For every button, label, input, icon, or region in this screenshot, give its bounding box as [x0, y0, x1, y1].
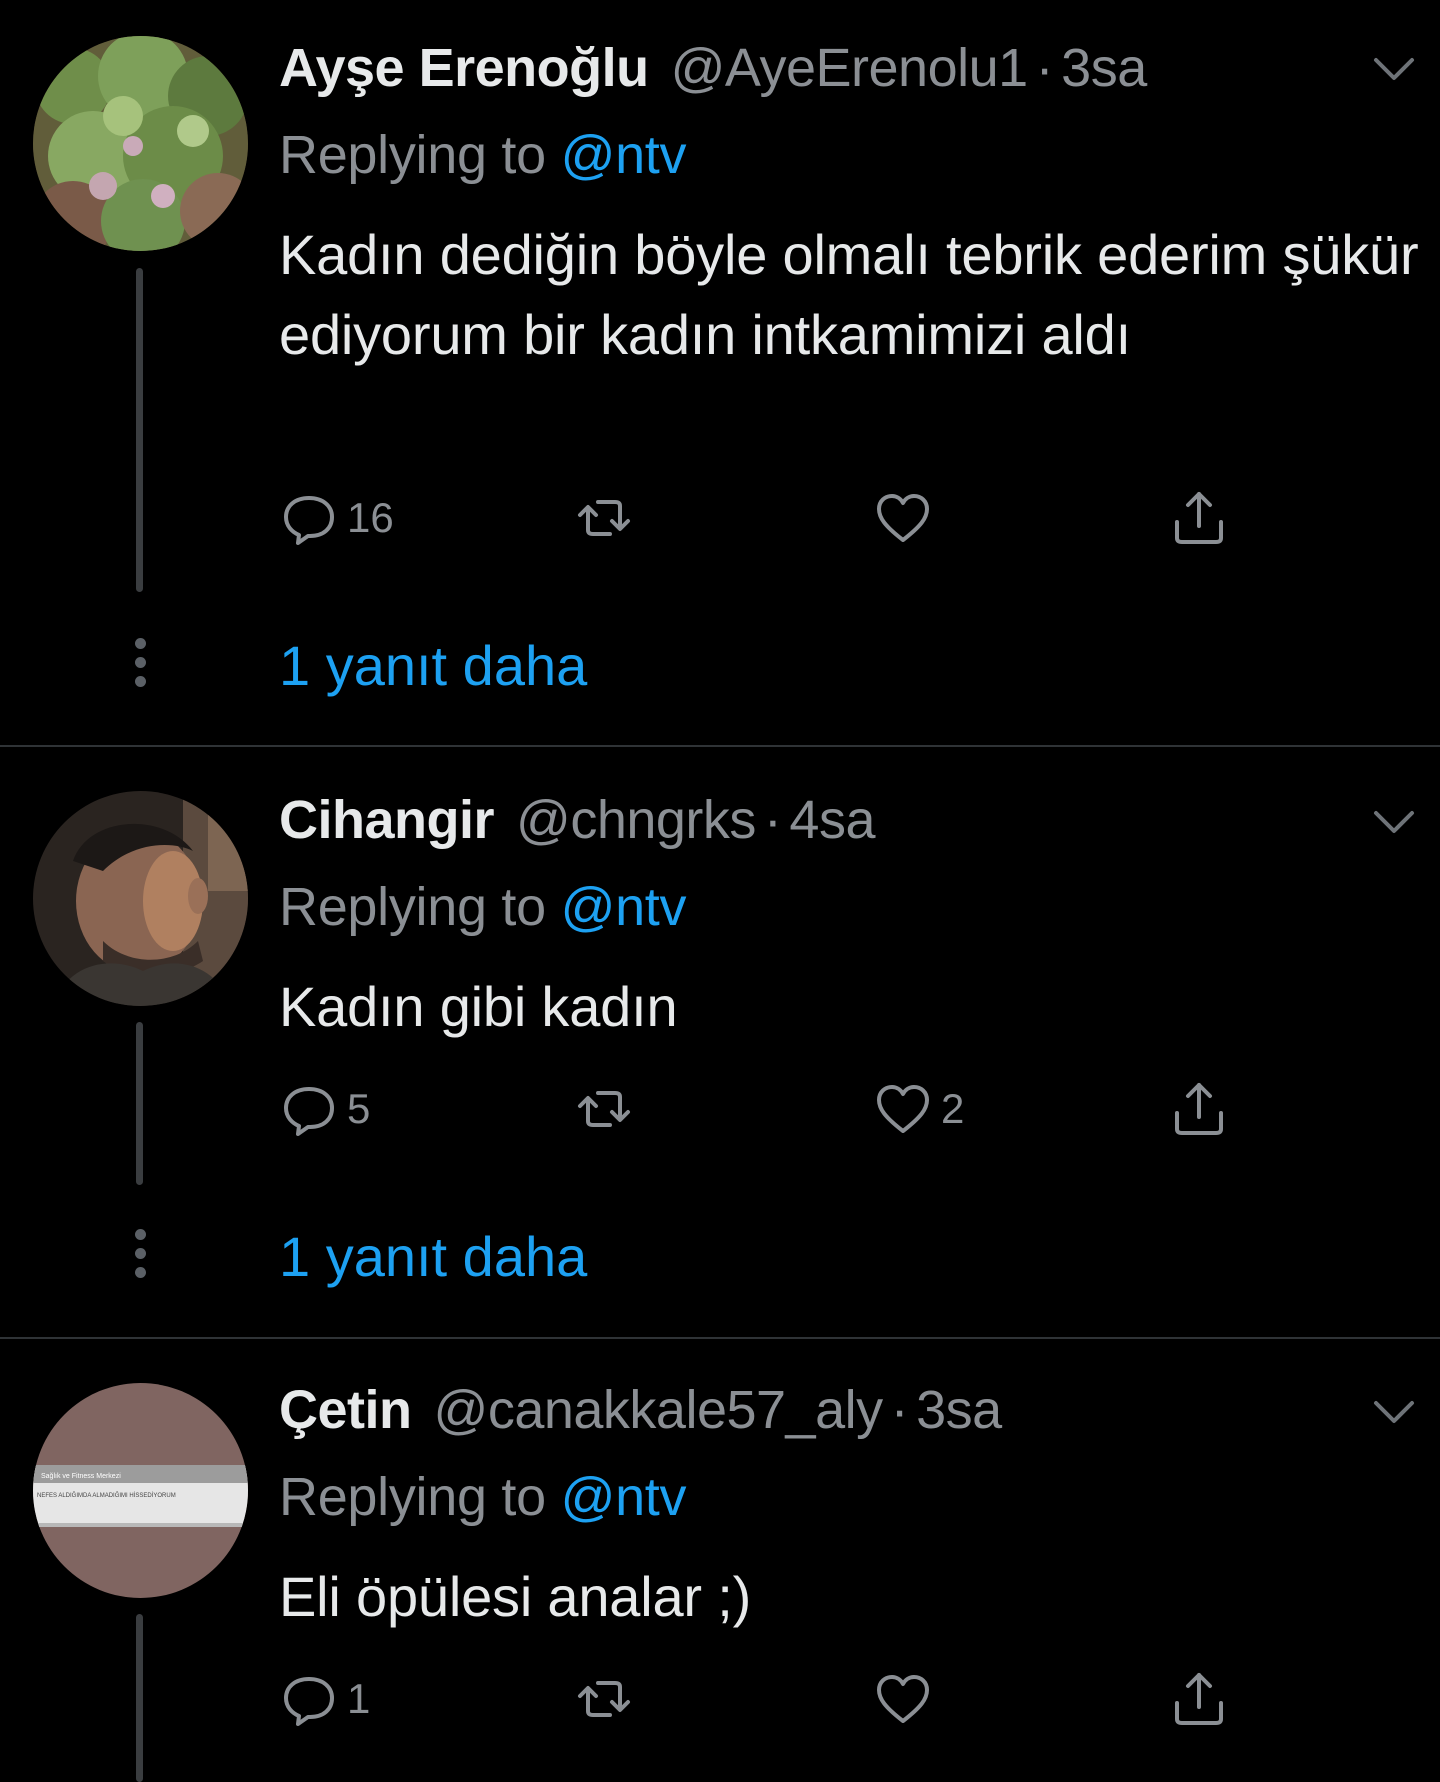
tweet-header: Cihangir @chngrks · 4sa: [279, 785, 875, 855]
replying-to: Replying to @ntv: [279, 1466, 687, 1528]
timestamp[interactable]: 4sa: [789, 789, 875, 851]
timestamp[interactable]: 3sa: [1061, 37, 1147, 99]
thread-line: [136, 1614, 143, 1782]
replying-prefix: Replying to: [279, 1467, 546, 1527]
reply-feed: Ayşe Erenoğlu @AyeErenolu1 · 3sa Replyin…: [0, 0, 1440, 1782]
thread-more-icon: [133, 638, 147, 694]
tweet-header: Ayşe Erenoğlu @AyeErenolu1 · 3sa: [279, 33, 1147, 103]
more-replies-link[interactable]: 1 yanıt daha: [279, 1217, 587, 1297]
tweet-text: Kadın dediğin böyle olmalı tebrik ederim…: [279, 223, 1419, 366]
show-more-replies[interactable]: 1 yanıt daha: [0, 1217, 1440, 1297]
separator-dot: ·: [1035, 38, 1054, 98]
share-icon: [1175, 492, 1223, 544]
thread-more-icon: [133, 1229, 147, 1285]
sign-text: NEFES ALDIĞIMDA ALMADIĞIMI HİSSEDİYORUM: [37, 1492, 176, 1499]
replying-to: Replying to @ntv: [279, 124, 687, 186]
share-button[interactable]: [1169, 1077, 1229, 1141]
like-button[interactable]: 2: [873, 1077, 964, 1141]
more-replies-link[interactable]: 1 yanıt daha: [279, 626, 587, 706]
like-icon: [877, 1085, 929, 1133]
retweet-icon: [578, 1091, 630, 1127]
reply-button[interactable]: 5: [279, 1077, 370, 1141]
replying-mention[interactable]: @ntv: [561, 125, 687, 185]
replying-prefix: Replying to: [279, 125, 546, 185]
reply-icon: [284, 1087, 334, 1136]
separator-dot: ·: [763, 790, 782, 850]
reply-button[interactable]: 1: [279, 1667, 370, 1731]
show-more-replies[interactable]: 1 yanıt daha: [0, 626, 1440, 706]
action-bar: 16: [279, 486, 1279, 550]
user-handle[interactable]: @chngrks: [516, 789, 756, 851]
share-button[interactable]: [1169, 486, 1229, 550]
like-icon: [877, 1675, 929, 1723]
chevron-down-icon[interactable]: [1372, 1397, 1416, 1427]
action-bar: 5 2: [279, 1077, 1279, 1141]
display-name[interactable]: Ayşe Erenoğlu: [279, 37, 649, 99]
display-name[interactable]: Cihangir: [279, 789, 495, 851]
reply-icon: [284, 496, 334, 545]
separator-dot: ·: [890, 1380, 909, 1440]
chevron-down-icon[interactable]: [1372, 54, 1416, 84]
retweet-icon: [578, 1681, 630, 1717]
share-icon: [1175, 1083, 1223, 1135]
like-button[interactable]: [873, 1667, 941, 1731]
replying-prefix: Replying to: [279, 877, 546, 937]
thread-line: [136, 1022, 143, 1185]
retweet-icon: [578, 500, 630, 536]
tweet[interactable]: Ayşe Erenoğlu @AyeErenolu1 · 3sa Replyin…: [0, 0, 1440, 745]
action-bar: 1: [279, 1667, 1279, 1731]
user-handle[interactable]: @AyeErenolu1: [671, 37, 1029, 99]
like-icon: [877, 494, 929, 542]
reply-count: 16: [347, 494, 394, 541]
sign-title: Sağlık ve Fitness Merkezi: [41, 1473, 121, 1480]
reply-icon: [284, 1677, 334, 1726]
thread-line: [136, 268, 143, 592]
like-button[interactable]: [873, 486, 941, 550]
tweet[interactable]: Sağlık ve Fitness Merkezi NEFES ALDIĞIMD…: [0, 1339, 1440, 1782]
share-button[interactable]: [1169, 1667, 1229, 1731]
share-icon: [1175, 1673, 1223, 1725]
replying-mention[interactable]: @ntv: [561, 877, 687, 937]
tweet-text: Kadın gibi kadın: [279, 975, 678, 1038]
replying-to: Replying to @ntv: [279, 876, 687, 938]
replying-mention[interactable]: @ntv: [561, 1467, 687, 1527]
user-handle[interactable]: @canakkale57_aly: [434, 1379, 884, 1441]
avatar[interactable]: Sağlık ve Fitness Merkezi NEFES ALDIĞIMD…: [33, 1383, 248, 1598]
reply-count: 1: [347, 1675, 371, 1722]
retweet-button[interactable]: [574, 486, 642, 550]
like-count: 2: [941, 1085, 965, 1132]
chevron-down-icon[interactable]: [1372, 807, 1416, 837]
reply-count: 5: [347, 1085, 371, 1132]
avatar[interactable]: [33, 36, 248, 251]
tweet-text: Eli öpülesi analar ;): [279, 1565, 752, 1628]
tweet[interactable]: Cihangir @chngrks · 4sa Replying to @ntv…: [0, 747, 1440, 1337]
avatar[interactable]: [33, 791, 248, 1006]
tweet-header: Çetin @canakkale57_aly · 3sa: [279, 1375, 1002, 1445]
timestamp[interactable]: 3sa: [916, 1379, 1002, 1441]
retweet-button[interactable]: [574, 1667, 642, 1731]
display-name[interactable]: Çetin: [279, 1379, 412, 1441]
retweet-button[interactable]: [574, 1077, 642, 1141]
reply-button[interactable]: 16: [279, 486, 394, 550]
